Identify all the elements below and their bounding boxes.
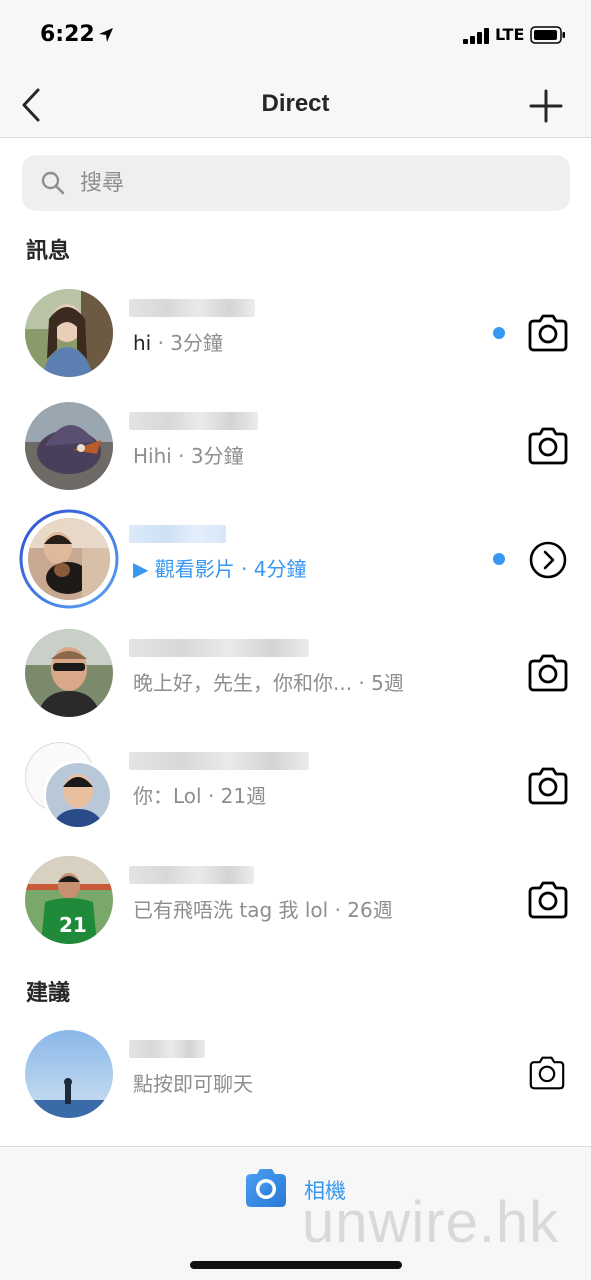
thread-row[interactable]: 21 已有飛唔洗 tag 我 lol · 26週	[0, 850, 591, 950]
search-input[interactable]	[80, 163, 550, 203]
watermark: unwire.hk	[302, 1190, 560, 1255]
blurred-username	[129, 525, 226, 543]
navigation-bar: Direct	[0, 72, 591, 138]
thread-row[interactable]: ▶ 觀看影片 · 4分鐘	[0, 509, 591, 609]
blurred-username	[129, 1040, 205, 1058]
location-arrow-icon	[99, 28, 113, 42]
page-title: Direct	[261, 90, 330, 117]
message-preview: hi · 3分鐘	[133, 331, 224, 355]
avatar	[43, 760, 113, 830]
camera-icon[interactable]	[526, 426, 570, 466]
thread-row[interactable]: 你：Lol · 21週	[0, 736, 591, 836]
camera-fill-icon	[246, 1169, 286, 1207]
suggestion-row[interactable]: 點按即可聊天	[0, 1024, 591, 1124]
suggestions-section-title: 建議	[26, 981, 71, 1006]
svg-text:21: 21	[59, 913, 87, 937]
avatar	[25, 289, 113, 377]
bottom-bar: 相機 unwire.hk	[0, 1146, 591, 1280]
battery-icon	[530, 26, 565, 44]
signal-icon	[463, 28, 489, 44]
avatar	[25, 629, 113, 717]
message-preview: ▶ 觀看影片 · 4分鐘	[133, 557, 307, 581]
blurred-username	[129, 299, 255, 317]
unread-dot	[493, 327, 505, 339]
messages-section-title: 訊息	[26, 239, 71, 264]
blurred-username	[129, 412, 258, 430]
thread-row[interactable]: hi · 3分鐘	[0, 283, 591, 383]
thread-row[interactable]: Hihi · 3分鐘	[0, 396, 591, 496]
avatar	[28, 518, 110, 600]
avatar: 21	[25, 856, 113, 944]
message-preview: 晚上好，先生，你和你... · 5週	[133, 671, 404, 695]
message-preview: Hihi · 3分鐘	[133, 444, 244, 468]
search-icon	[41, 171, 65, 195]
camera-icon[interactable]	[526, 313, 570, 353]
chevron-right-circle-icon[interactable]	[528, 540, 568, 580]
suggestion-hint: 點按即可聊天	[133, 1072, 253, 1096]
camera-icon[interactable]	[526, 766, 570, 806]
home-indicator[interactable]	[190, 1261, 402, 1269]
thread-row[interactable]: 晚上好，先生，你和你... · 5週	[0, 623, 591, 723]
search-bar[interactable]	[22, 155, 570, 211]
camera-icon[interactable]	[527, 1055, 567, 1091]
blurred-username	[129, 752, 309, 770]
blurred-username	[129, 866, 254, 884]
avatar	[25, 402, 113, 490]
status-time: 6:22	[40, 22, 95, 47]
camera-icon[interactable]	[526, 653, 570, 693]
status-bar: 6:22 LTE	[0, 0, 591, 72]
unread-dot	[493, 553, 505, 565]
message-preview: 已有飛唔洗 tag 我 lol · 26週	[133, 898, 393, 922]
message-preview: 你：Lol · 21週	[133, 784, 267, 808]
camera-icon[interactable]	[526, 880, 570, 920]
avatar	[25, 1030, 113, 1118]
blurred-username	[129, 639, 309, 657]
network-label: LTE	[495, 25, 525, 44]
new-message-plus-icon[interactable]	[528, 88, 564, 124]
